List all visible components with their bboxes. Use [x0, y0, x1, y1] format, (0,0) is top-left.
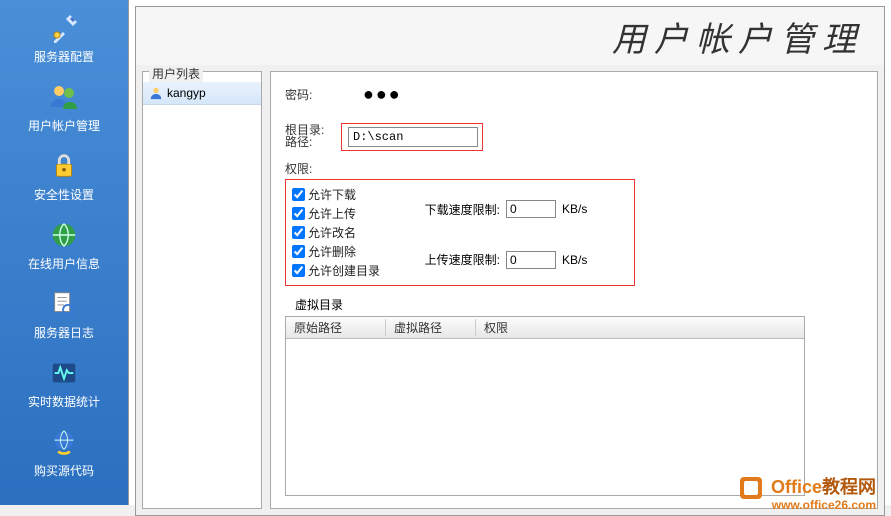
- perm-createdir[interactable]: 允许创建目录: [292, 262, 380, 279]
- nav-buy-source[interactable]: 购买源代码: [0, 420, 128, 485]
- app-root: 服务器配置 用户帐户管理 安全性设置 在线用户信息 服务器日志: [0, 0, 891, 505]
- password-row: 密码: ●●●: [285, 84, 863, 105]
- virtual-dir-header: 原始路径 虚拟路径 权限: [286, 317, 804, 339]
- pulse-icon: [46, 355, 82, 391]
- content-frame: 用户帐户管理 用户列表 kangyp 密码: ●: [135, 6, 885, 516]
- col-virt-path[interactable]: 虚拟路径: [386, 319, 476, 336]
- globe-link-icon: [46, 424, 82, 460]
- form-area: 密码: ●●● 根目录: 路径: 权限:: [270, 71, 878, 509]
- upload-speed-row: 上传速度限制: KB/s: [420, 251, 587, 269]
- lock-icon: [46, 148, 82, 184]
- perm-download[interactable]: 允许下载: [292, 186, 380, 203]
- virtual-dir-table: 原始路径 虚拟路径 权限: [285, 316, 805, 496]
- office-logo-icon: [740, 477, 762, 499]
- nav-security[interactable]: 安全性设置: [0, 144, 128, 209]
- perm-delete[interactable]: 允许删除: [292, 243, 380, 260]
- user-row[interactable]: kangyp: [143, 82, 261, 105]
- user-list-title: 用户列表: [149, 65, 203, 82]
- permissions-checkboxes: 允许下载 允许上传 允许改名 允许删除 允许创建目录: [292, 186, 380, 279]
- page-title: 用户帐户管理: [136, 7, 884, 65]
- perm-delete-checkbox[interactable]: [292, 245, 305, 258]
- nav-label: 服务器配置: [34, 48, 94, 65]
- main-area: 用户帐户管理 用户列表 kangyp 密码: ●: [128, 0, 891, 505]
- user-list-panel: 用户列表 kangyp: [142, 71, 262, 509]
- path-input[interactable]: [348, 127, 478, 147]
- nav-label: 安全性设置: [34, 186, 94, 203]
- nav-online-users[interactable]: 在线用户信息: [0, 213, 128, 278]
- password-label: 密码:: [285, 86, 333, 103]
- perm-rename[interactable]: 允许改名: [292, 224, 380, 241]
- users-icon: [46, 79, 82, 115]
- perm-upload-checkbox[interactable]: [292, 207, 305, 220]
- sidebar: 服务器配置 用户帐户管理 安全性设置 在线用户信息 服务器日志: [0, 0, 128, 505]
- nav-label: 服务器日志: [34, 324, 94, 341]
- download-speed-unit: KB/s: [562, 202, 587, 216]
- nav-realtime-stats[interactable]: 实时数据统计: [0, 351, 128, 416]
- upload-speed-input[interactable]: [506, 251, 556, 269]
- download-speed-row: 下载速度限制: KB/s: [420, 200, 587, 218]
- watermark: Office教程网 www.office26.com: [740, 477, 876, 511]
- user-name: kangyp: [167, 86, 206, 100]
- search-document-icon: [46, 286, 82, 322]
- col-perm[interactable]: 权限: [476, 319, 804, 336]
- speed-limits: 下载速度限制: KB/s 上传速度限制: KB/s: [420, 186, 587, 279]
- permissions-section: 权限: 允许下载 允许上传 允许改名 允许删除 允许创建目录: [285, 160, 863, 286]
- col-orig-path[interactable]: 原始路径: [286, 319, 386, 336]
- watermark-url: www.office26.com: [740, 499, 876, 511]
- wrench-screwdriver-icon: [46, 10, 82, 46]
- nav-label: 在线用户信息: [28, 255, 100, 272]
- upload-speed-unit: KB/s: [562, 253, 587, 267]
- upload-speed-label: 上传速度限制:: [420, 251, 500, 268]
- user-icon: [149, 86, 163, 100]
- path-label: 路径:: [285, 133, 333, 150]
- nav-label: 用户帐户管理: [28, 117, 100, 134]
- perm-upload[interactable]: 允许上传: [292, 205, 380, 222]
- perm-rename-checkbox[interactable]: [292, 226, 305, 239]
- rootdir-highlight: [341, 123, 483, 151]
- watermark-brand2: 教程网: [822, 477, 876, 497]
- download-speed-label: 下载速度限制:: [420, 201, 500, 218]
- virtual-dir-label: 虚拟目录: [295, 298, 343, 312]
- perm-download-checkbox[interactable]: [292, 188, 305, 201]
- watermark-brand1: Office: [771, 477, 822, 497]
- virtual-dir-section: 虚拟目录 原始路径 虚拟路径 权限: [285, 296, 863, 496]
- nav-label: 实时数据统计: [28, 393, 100, 410]
- globe-icon: [46, 217, 82, 253]
- nav-server-log[interactable]: 服务器日志: [0, 282, 128, 347]
- nav-user-accounts[interactable]: 用户帐户管理: [0, 75, 128, 140]
- permissions-highlight: 允许下载 允许上传 允许改名 允许删除 允许创建目录 下载速度限制:: [285, 179, 635, 286]
- panels: 用户列表 kangyp 密码: ●●● 根目录:: [136, 65, 884, 515]
- download-speed-input[interactable]: [506, 200, 556, 218]
- perm-createdir-checkbox[interactable]: [292, 264, 305, 277]
- password-masked: ●●●: [341, 84, 402, 105]
- permissions-label: 权限:: [285, 160, 863, 177]
- nav-label: 购买源代码: [34, 462, 94, 479]
- nav-server-config[interactable]: 服务器配置: [0, 6, 128, 71]
